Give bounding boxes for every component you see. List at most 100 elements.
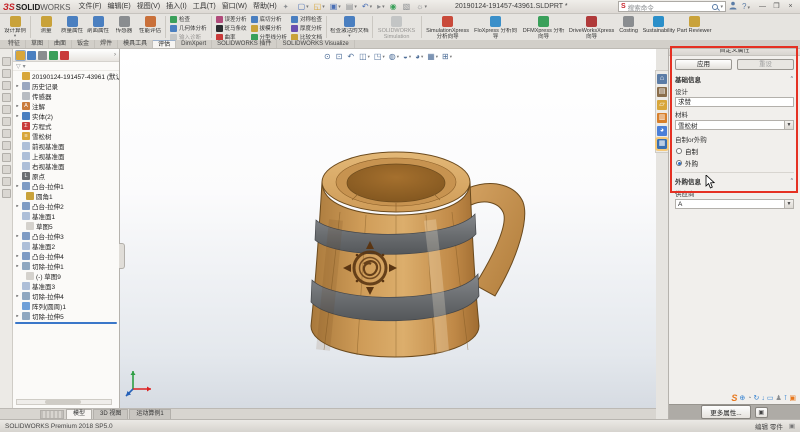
design-field[interactable]: 求赞 xyxy=(675,97,794,107)
tree-item[interactable]: 右视基准面 xyxy=(13,161,119,171)
apply-scene-icon[interactable]: ▦ ▾ xyxy=(426,52,439,62)
close-button[interactable]: × xyxy=(784,0,797,13)
minimize-button[interactable]: — xyxy=(756,0,769,13)
propertymanager-tab-icon[interactable] xyxy=(27,51,36,60)
ribbon-button[interactable]: 传感器 xyxy=(111,15,137,35)
ribbon-button[interactable]: 斑马条纹 xyxy=(214,24,249,32)
ribbon-button[interactable]: 比较文档 xyxy=(289,33,324,40)
expand-arrow-icon[interactable]: ▸ xyxy=(15,233,20,239)
solidworks-resources-icon[interactable]: ⌂ xyxy=(657,74,667,84)
expand-arrow-icon[interactable]: ▸ xyxy=(15,293,20,299)
pin-menu-icon[interactable]: ✦ xyxy=(283,3,289,11)
collapse-section-icon[interactable]: ⌃ xyxy=(790,178,794,184)
command-tab[interactable]: SOLIDWORKS Visualize xyxy=(277,40,354,48)
tree-item[interactable]: ▸ 切除-拉伸5 xyxy=(13,311,119,321)
document-tab[interactable]: 模型 xyxy=(66,409,92,419)
view-orientation-icon[interactable]: ◳ ▾ xyxy=(373,52,386,62)
ribbon-button[interactable]: 几何体分析 xyxy=(168,24,209,32)
menu-item[interactable]: 编辑(E) xyxy=(104,0,133,13)
tree-horizontal-scrollbar[interactable] xyxy=(16,399,112,405)
expand-arrow-icon[interactable]: ▸ xyxy=(15,263,20,269)
rollback-bar[interactable] xyxy=(15,322,117,324)
ribbon-button[interactable]: FloXpress 分析向导 xyxy=(472,15,520,40)
tree-item[interactable]: 上视基准面 xyxy=(13,151,119,161)
ribbon-button[interactable]: SOLIDWORKS Simulation Connector xyxy=(375,15,419,40)
expand-arrow-icon[interactable]: ▸ xyxy=(15,103,20,109)
tree-item[interactable]: 圆角1 xyxy=(13,191,119,201)
download-icon[interactable]: ↓ xyxy=(761,394,765,403)
display-style-icon[interactable]: ◍ ▾ xyxy=(388,52,400,62)
menu-item[interactable]: 工具(T) xyxy=(190,0,219,13)
graphics-viewport[interactable]: ⊙ ⊡ ↶ ◫ ▾ ◳ ▾ ◍ ▾ ◒ ▾ ◕ ▾ xyxy=(120,49,656,408)
search-caret-icon[interactable]: ▾ xyxy=(721,4,724,10)
recent-icon[interactable]: ◔ xyxy=(747,394,751,403)
command-tab[interactable]: 曲面 xyxy=(49,40,72,48)
cart-icon[interactable]: ▣ xyxy=(789,394,796,403)
ribbon-button[interactable]: 厚度分析 xyxy=(289,24,324,32)
tree-item[interactable]: ▸ A 注解 xyxy=(13,101,119,111)
apply-button[interactable]: 应用 xyxy=(675,59,732,70)
command-tab[interactable]: 评估 xyxy=(153,40,176,48)
tree-tabs-overflow-chevron-icon[interactable]: › xyxy=(114,52,116,58)
reset-button[interactable]: 重设 xyxy=(737,59,794,70)
zoom-fit-icon[interactable]: ⊙ xyxy=(323,52,333,62)
expand-arrow-icon[interactable]: ▸ xyxy=(15,313,20,319)
ribbon-button[interactable]: 曲率 xyxy=(214,33,249,40)
configurationmanager-tab-icon[interactable] xyxy=(38,51,47,60)
appearances-icon[interactable]: ◕ xyxy=(657,126,667,136)
radio-unselected-icon[interactable] xyxy=(676,148,682,154)
chevron-down-icon[interactable]: ▼ xyxy=(784,200,793,208)
chevron-down-icon[interactable]: ▼ xyxy=(784,121,793,129)
tab-scroll-control[interactable] xyxy=(40,410,64,419)
ribbon-button[interactable]: 测量 xyxy=(33,15,59,35)
ribbon-button[interactable]: DFMXpress 分析向导 xyxy=(520,15,568,40)
ribbon-button[interactable]: 检查 xyxy=(168,15,209,23)
menu-item[interactable]: 帮助(H) xyxy=(250,0,280,13)
radio-selected-icon[interactable] xyxy=(676,160,682,166)
left-toolbar-icon[interactable] xyxy=(2,117,11,126)
file-explorer-icon[interactable]: ▱ xyxy=(657,100,667,110)
zoom-area-icon[interactable]: ⊡ xyxy=(335,52,345,62)
left-toolbar-icon[interactable] xyxy=(2,69,11,78)
collapse-section-icon[interactable]: ⌃ xyxy=(790,76,794,82)
menu-item[interactable]: 插入(I) xyxy=(163,0,190,13)
search-icon[interactable] xyxy=(712,4,718,10)
help-button[interactable]: ?▾ xyxy=(740,2,752,11)
tree-item[interactable]: Σ 方程式 xyxy=(13,121,119,131)
tree-item[interactable]: ▸ 凸台-拉伸2 xyxy=(13,201,119,211)
document-tab[interactable]: 运动算例1 xyxy=(129,409,170,419)
dimxpertmanager-tab-icon[interactable] xyxy=(49,51,58,60)
left-toolbar-icon[interactable] xyxy=(2,93,11,102)
radio-make[interactable]: 自制 xyxy=(676,146,794,156)
ribbon-button[interactable]: 剖面属性 xyxy=(85,15,111,35)
tree-item[interactable]: ▸ 凸台-拉伸1 xyxy=(13,181,119,191)
edit-appearance-icon[interactable]: ◕ ▾ xyxy=(414,52,424,62)
menu-item[interactable]: 文件(F) xyxy=(75,0,104,13)
user-icon[interactable]: ♟ xyxy=(775,394,781,403)
command-tab[interactable]: SOLIDWORKS 插件 xyxy=(212,40,277,48)
tree-item[interactable]: 基准面2 xyxy=(13,241,119,251)
left-toolbar-icon[interactable] xyxy=(2,153,11,162)
left-toolbar-icon[interactable] xyxy=(2,105,11,114)
displaymanager-tab-icon[interactable] xyxy=(60,51,69,60)
material-select[interactable]: 雪松树 ▼ xyxy=(675,120,794,130)
ribbon-button[interactable]: DriveWorksXpress 向导 xyxy=(568,15,616,40)
undo-icon[interactable]: ↶ ▾ xyxy=(360,1,374,13)
command-tab[interactable]: 特征 xyxy=(3,40,26,48)
select-icon[interactable]: ▸ ▾ xyxy=(375,1,387,13)
sync-icon[interactable]: ↻ xyxy=(753,394,759,403)
menu-item[interactable]: 窗口(W) xyxy=(219,0,250,13)
tree-item[interactable]: 传感器 xyxy=(13,91,119,101)
new-file-icon[interactable]: ▢ ▾ xyxy=(296,1,311,13)
command-tab[interactable]: 模具工具 xyxy=(118,40,153,48)
tree-item[interactable]: 20190124-191457-43961 (默认<<默 xyxy=(13,71,119,81)
ribbon-button[interactable]: SimulationXpress 分析向导 xyxy=(424,15,472,40)
ribbon-button[interactable]: 拔模分析 xyxy=(249,24,290,32)
section-view-icon[interactable]: ◫ ▾ xyxy=(358,52,371,62)
ribbon-button[interactable]: Sustainability xyxy=(642,15,676,35)
tree-item[interactable]: 阵列(圆周)1 xyxy=(13,301,119,311)
supplier-select[interactable]: A ▼ xyxy=(675,199,794,209)
tree-item[interactable]: ▸ 凸台-拉伸4 xyxy=(13,251,119,261)
expand-arrow-icon[interactable]: ▸ xyxy=(15,83,20,89)
radio-buy[interactable]: 外购 xyxy=(676,158,794,168)
